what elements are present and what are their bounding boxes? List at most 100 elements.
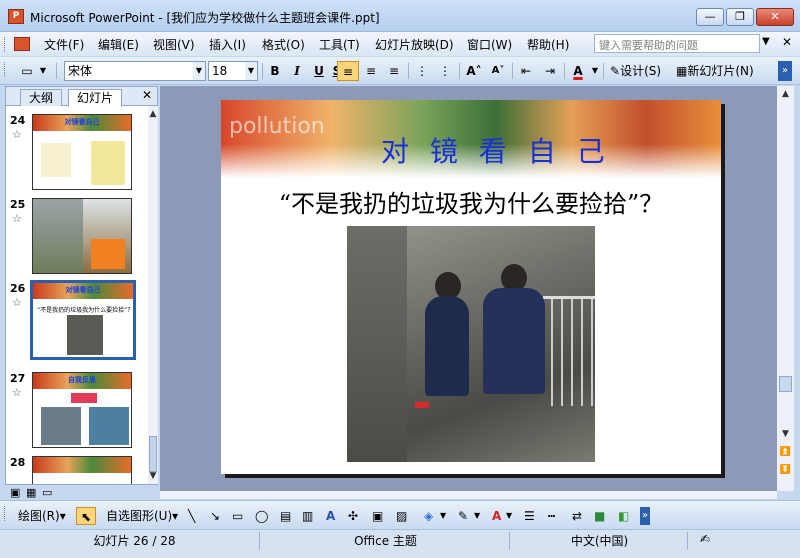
bullets-icon[interactable]: ⋮ bbox=[436, 61, 454, 81]
help-search-input[interactable]: 键入需要帮助的问题 bbox=[594, 34, 760, 53]
line-icon[interactable]: ╲ bbox=[188, 507, 195, 525]
chevron-down-icon[interactable]: ▼ bbox=[590, 61, 600, 81]
scroll-thumb[interactable] bbox=[779, 376, 792, 392]
toolbar-options-icon[interactable]: » bbox=[640, 507, 650, 525]
3d-style-icon[interactable]: ◧ bbox=[618, 507, 629, 525]
slideshow-icon[interactable]: ▭ bbox=[42, 486, 52, 499]
close-icon[interactable]: ✕ bbox=[142, 88, 152, 102]
align-left-button[interactable]: ≡ bbox=[337, 61, 359, 81]
slide-thumb-subtitle: “不是我扔的垃圾我为什么要捡拾”？ bbox=[37, 307, 134, 314]
menu-view[interactable]: 视图(V) bbox=[153, 36, 195, 53]
slide-photo[interactable] bbox=[347, 226, 595, 462]
scroll-down-icon[interactable]: ▼ bbox=[777, 426, 794, 442]
scroll-up-icon[interactable]: ▲ bbox=[777, 86, 794, 102]
slide-title[interactable]: 对 镜 看 自 己 bbox=[381, 130, 611, 170]
thumbnails-scrollbar[interactable]: ▲ ▼ bbox=[148, 106, 158, 484]
scroll-up-icon[interactable]: ▲ bbox=[148, 106, 158, 122]
wordart-icon[interactable]: A bbox=[326, 507, 335, 525]
document-close-icon[interactable]: ✕ bbox=[782, 35, 792, 49]
scroll-thumb[interactable] bbox=[149, 436, 157, 472]
chevron-down-icon[interactable]: ▼ bbox=[762, 36, 770, 47]
current-slide[interactable]: pollution 对 镜 看 自 己 “不是我扔的垃圾我为什么要捡拾”？ bbox=[221, 100, 721, 474]
design-button[interactable]: ✎设计(S) bbox=[610, 61, 668, 81]
draw-menu-button[interactable]: 绘图(R)▾ bbox=[18, 507, 66, 525]
slide-thumb-27[interactable]: 27 ☆ 自我反思 bbox=[6, 366, 146, 448]
line-style-icon[interactable]: ☰ bbox=[524, 507, 535, 525]
font-size-select[interactable]: 18 ▼ bbox=[208, 61, 258, 81]
slide-scrollbar[interactable]: ▲ ▼ ⏫ ⏬ bbox=[777, 86, 794, 491]
menu-tools[interactable]: 工具(T) bbox=[319, 36, 360, 53]
toolbar-options-icon[interactable]: » bbox=[778, 61, 792, 81]
oval-icon[interactable]: ◯ bbox=[255, 507, 268, 525]
new-slide-button[interactable]: ▦新幻灯片(N) bbox=[676, 61, 762, 81]
tab-slides[interactable]: 幻灯片 bbox=[68, 89, 123, 107]
decrease-indent-icon[interactable]: ⇤ bbox=[516, 61, 536, 81]
slide-body-text[interactable]: “不是我扔的垃圾我为什么要捡拾”？ bbox=[221, 184, 721, 219]
font-color-icon[interactable]: A bbox=[492, 507, 501, 525]
panel-tabs: 大纲 幻灯片 ✕ bbox=[6, 87, 157, 107]
diagram-icon[interactable]: ✣ bbox=[348, 507, 358, 525]
select-pointer-icon[interactable]: ⬉ bbox=[76, 507, 96, 525]
arrow-icon[interactable]: ↘ bbox=[210, 507, 220, 525]
restore-button[interactable]: ❐ bbox=[726, 8, 754, 26]
menu-grip[interactable] bbox=[4, 37, 7, 52]
next-slide-icon[interactable]: ⏬ bbox=[777, 462, 794, 478]
vertical-textbox-icon[interactable]: ▥ bbox=[302, 507, 313, 525]
bold-button[interactable]: B bbox=[266, 61, 284, 81]
toolbar-grip[interactable] bbox=[4, 62, 7, 77]
spellcheck-icon[interactable]: ✍ bbox=[700, 532, 710, 546]
numbering-icon[interactable]: ⋮ bbox=[413, 61, 431, 81]
fill-color-icon[interactable]: ◈ bbox=[424, 507, 433, 525]
toolbar-separator bbox=[603, 63, 604, 79]
menu-edit[interactable]: 编辑(E) bbox=[98, 36, 139, 53]
textbox-icon[interactable]: ▤ bbox=[280, 507, 291, 525]
chevron-down-icon[interactable]: ▼ bbox=[245, 62, 257, 80]
autoshapes-button[interactable]: 自选图形(U)▾ bbox=[106, 507, 178, 525]
menu-file[interactable]: 文件(F) bbox=[44, 36, 84, 53]
chevron-down-icon[interactable]: ▼ bbox=[506, 507, 512, 525]
rectangle-icon[interactable]: ▭ bbox=[232, 507, 243, 525]
chevron-down-icon[interactable]: ▼ bbox=[474, 507, 480, 525]
slide-thumb-24[interactable]: 24 ☆ 对镜看自己 bbox=[6, 108, 146, 190]
chevron-down-icon[interactable]: ▼ bbox=[440, 507, 446, 525]
increase-font-icon[interactable]: A˄ bbox=[464, 61, 484, 81]
underline-button[interactable]: U bbox=[310, 61, 328, 81]
menu-help[interactable]: 帮助(H) bbox=[527, 36, 569, 53]
increase-indent-icon[interactable]: ⇥ bbox=[540, 61, 560, 81]
menu-bar: 文件(F) 编辑(E) 视图(V) 插入(I) 格式(O) 工具(T) 幻灯片放… bbox=[0, 32, 800, 56]
picture-icon[interactable]: ▨ bbox=[396, 507, 407, 525]
slide-thumb-25[interactable]: 25 ☆ bbox=[6, 192, 146, 274]
photo-litter bbox=[415, 402, 429, 408]
font-color-icon[interactable]: A bbox=[568, 61, 588, 81]
font-select[interactable]: 宋体 ▼ bbox=[64, 61, 206, 81]
dash-style-icon[interactable]: ┅ bbox=[548, 507, 555, 525]
scroll-down-icon[interactable]: ▼ bbox=[148, 468, 158, 484]
shadow-style-icon[interactable]: ■ bbox=[594, 507, 605, 525]
minimize-button[interactable]: — bbox=[696, 8, 724, 26]
align-center-button[interactable]: ≡ bbox=[361, 61, 381, 81]
arrow-style-icon[interactable]: ⇄ bbox=[572, 507, 582, 525]
normal-view-icon[interactable]: ▣ bbox=[10, 486, 20, 499]
clipart-icon[interactable]: ▣ bbox=[372, 507, 383, 525]
decrease-font-icon[interactable]: A˅ bbox=[488, 61, 508, 81]
previous-slide-icon[interactable]: ⏫ bbox=[777, 444, 794, 460]
slide-sorter-icon[interactable]: ▦ bbox=[26, 486, 36, 499]
align-right-button[interactable]: ≡ bbox=[384, 61, 404, 81]
menu-format[interactable]: 格式(O) bbox=[262, 36, 305, 53]
slide-thumb-28[interactable]: 28 bbox=[6, 450, 146, 484]
tab-outline[interactable]: 大纲 bbox=[20, 89, 63, 106]
italic-button[interactable]: I bbox=[288, 61, 306, 81]
close-button[interactable]: ✕ bbox=[756, 8, 794, 26]
chevron-down-icon[interactable]: ▼ bbox=[38, 61, 48, 81]
banner-watermark-text: pollution bbox=[229, 114, 325, 139]
line-color-icon[interactable]: ✎ bbox=[458, 507, 468, 525]
horizontal-scrollbar[interactable] bbox=[160, 491, 777, 499]
slide-thumb-26[interactable]: 26 ☆ 对镜看自己 “不是我扔的垃圾我为什么要捡拾”？ bbox=[6, 276, 146, 360]
menu-insert[interactable]: 插入(I) bbox=[209, 36, 246, 53]
new-document-icon[interactable]: ▭ bbox=[18, 61, 36, 81]
toolbar-grip[interactable] bbox=[4, 506, 7, 521]
menu-slideshow[interactable]: 幻灯片放映(D) bbox=[375, 36, 454, 53]
chevron-down-icon[interactable]: ▼ bbox=[193, 62, 205, 80]
document-icon[interactable] bbox=[14, 37, 30, 51]
menu-window[interactable]: 窗口(W) bbox=[467, 36, 512, 53]
